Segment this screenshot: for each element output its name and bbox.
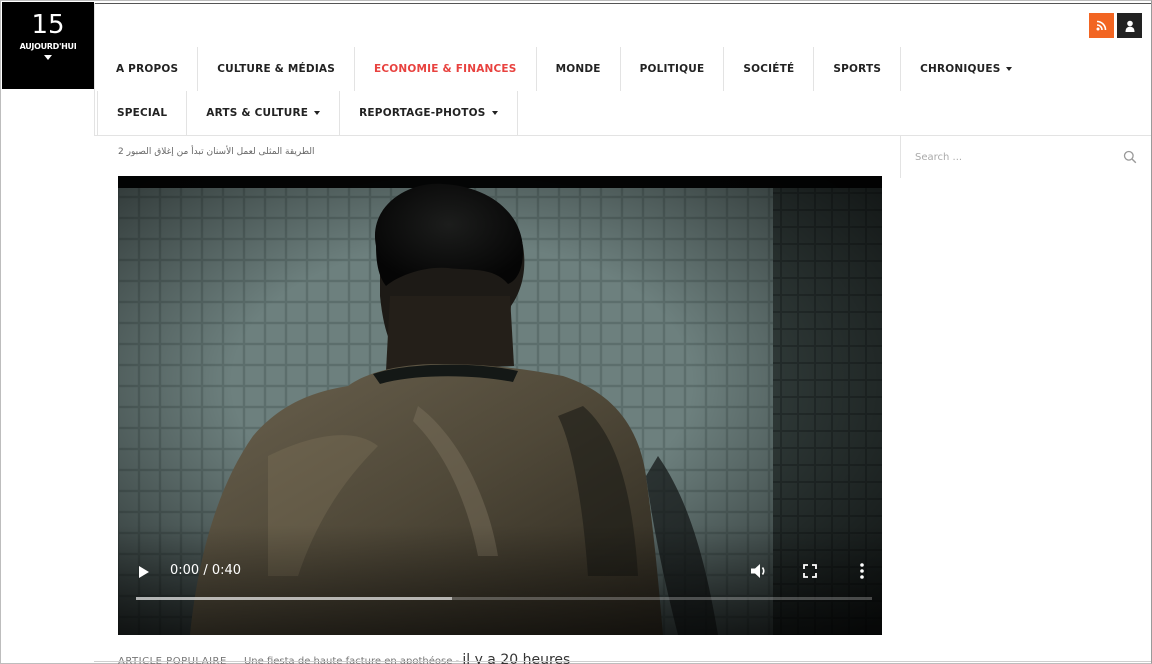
date-widget[interactable]: 15 AUJOURD'HUI: [2, 2, 94, 89]
caret-down-icon: [44, 55, 52, 60]
breaking-ticker[interactable]: الطريقة المثلى لعمل الأسنان تبدأ من إغلا…: [118, 147, 315, 157]
rss-icon[interactable]: [1089, 13, 1114, 38]
video-buffer-fill: [136, 597, 453, 600]
nav-item-politique[interactable]: POLITIQUE: [621, 47, 725, 91]
nav-label: ARTS & CULTURE: [206, 107, 309, 119]
nav-item-culture-medias[interactable]: CULTURE & MÉDIAS: [198, 47, 356, 91]
nav-label: POLITIQUE: [639, 63, 705, 75]
nav-label: CHRONIQUES: [920, 63, 1001, 75]
search-input[interactable]: [915, 151, 1123, 163]
nav-item-societe[interactable]: SOCIÉTÉ: [724, 47, 815, 91]
fullscreen-icon[interactable]: [803, 564, 817, 578]
caret-down-icon: [314, 111, 321, 115]
secondary-nav: SPECIAL ARTS & CULTURE REPORTAGE-PHOTOS: [97, 91, 518, 135]
nav-item-sports[interactable]: SPORTS: [814, 47, 902, 91]
date-label: AUJOURD'HUI: [19, 42, 77, 51]
controls-gradient: [118, 525, 882, 635]
header-divider: [94, 3, 95, 136]
volume-icon[interactable]: [750, 563, 768, 579]
caret-down-icon: [491, 111, 498, 115]
video-progress-bar[interactable]: [136, 597, 872, 600]
nav-label: A PROPOS: [116, 63, 179, 75]
nav-item-chroniques[interactable]: CHRONIQUES: [901, 47, 1031, 91]
nav-label: SPORTS: [833, 63, 882, 75]
search-box: [900, 136, 1151, 178]
date-day: 15: [31, 10, 65, 40]
nav-item-special[interactable]: SPECIAL: [97, 91, 186, 135]
popular-title[interactable]: Une fiesta de haute facture en apothéose…: [244, 656, 459, 664]
nav-item-a-propos[interactable]: A PROPOS: [97, 47, 199, 91]
top-icons: [1089, 13, 1142, 38]
main-nav: A PROPOS CULTURE & MÉDIAS ECONOMIE & FIN…: [97, 47, 1031, 91]
popular-time: il y a 20 heures: [462, 652, 571, 664]
user-icon[interactable]: [1117, 13, 1142, 38]
nav-label: CULTURE & MÉDIAS: [217, 63, 336, 75]
video-player[interactable]: 0:00 / 0:40: [118, 176, 882, 635]
bottom-divider: [94, 661, 1151, 662]
nav-label: SPECIAL: [117, 107, 168, 119]
caret-down-icon: [1006, 67, 1013, 71]
play-icon[interactable]: [137, 565, 151, 579]
more-options-icon[interactable]: [859, 562, 865, 580]
nav-label: REPORTAGE-PHOTOS: [359, 107, 486, 119]
popular-article[interactable]: ARTICLE POPULAIRE Une fiesta de haute fa…: [118, 652, 570, 664]
video-time: 0:00 / 0:40: [170, 563, 242, 578]
nav-label: SOCIÉTÉ: [743, 63, 795, 75]
nav-item-economie-finances[interactable]: ECONOMIE & FINANCES: [355, 47, 537, 91]
nav-item-reportage-photos[interactable]: REPORTAGE-PHOTOS: [339, 91, 518, 135]
nav-item-arts-culture[interactable]: ARTS & CULTURE: [186, 91, 339, 135]
nav-label: MONDE: [555, 63, 601, 75]
nav-label: ECONOMIE & FINANCES: [374, 63, 517, 75]
top-border: [94, 3, 1151, 4]
search-icon[interactable]: [1123, 150, 1137, 164]
nav-item-monde[interactable]: MONDE: [537, 47, 621, 91]
popular-label: ARTICLE POPULAIRE: [118, 656, 227, 664]
